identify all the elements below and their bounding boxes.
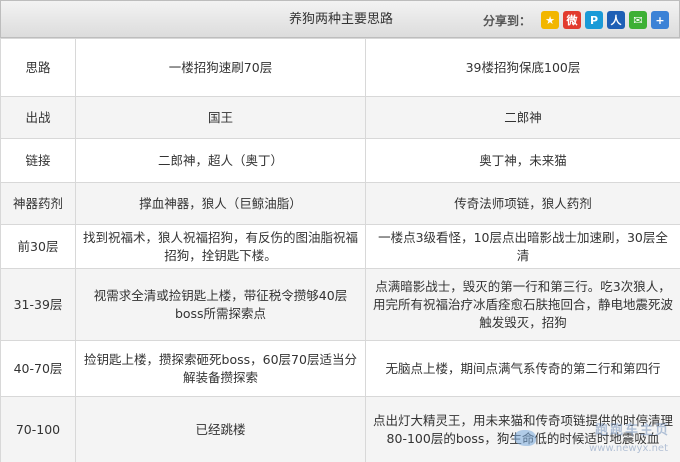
share-label: 分享到： — [482, 13, 531, 28]
row-label: 31-39层 — [0, 268, 76, 341]
cell-strategy-b: 点出灯大精灵王，用未来猫和传奇项链提供的时停清理80-100层的boss，狗生命… — [365, 396, 680, 462]
cell-strategy-b: 点满暗影战士，毁灭的第一行和第三行。吃3次狼人，用完所有祝福治疗冰盾痊愈石肤拖回… — [365, 268, 680, 341]
table-row: 思路 一楼招狗速刷70层 39楼招狗保底100层 — [0, 38, 680, 97]
cell-strategy-a: 二郎神，超人（奥丁） — [75, 138, 366, 183]
row-label: 链接 — [0, 138, 76, 183]
table-row: 出战 国王 二郎神 — [0, 96, 680, 139]
share-bar: 分享到： ★ 微 P 人 ✉ + — [483, 8, 669, 32]
table-row: 70-100 已经跳楼 点出灯大精灵王，用未来猫和传奇项链提供的时停清理80-1… — [0, 396, 680, 462]
cell-strategy-b: 二郎神 — [365, 96, 680, 139]
row-label: 40-70层 — [0, 340, 76, 397]
cell-strategy-b: 39楼招狗保底100层 — [365, 38, 680, 97]
renren-icon[interactable]: 人 — [607, 11, 625, 29]
table-row: 神器药剂 撑血神器，狼人（巨鲸油脂） 传奇法师项链，狼人药剂 — [0, 182, 680, 225]
row-label: 神器药剂 — [0, 182, 76, 225]
cell-strategy-a: 找到祝福术，狼人祝福招狗，有反伤的图油脂祝福招狗，拴钥匙下楼。 — [75, 224, 366, 269]
cell-strategy-a: 一楼招狗速刷70层 — [75, 38, 366, 97]
wechat-icon[interactable]: ✉ — [629, 11, 647, 29]
table-row: 40-70层 捡钥匙上楼，攒探索砸死boss，60层70层适当分解装备攒探索 无… — [0, 340, 680, 397]
row-label: 思路 — [0, 38, 76, 97]
qzone-icon[interactable]: ★ — [541, 11, 559, 29]
pengyou-icon[interactable]: P — [585, 11, 603, 29]
strategy-table: 思路 一楼招狗速刷70层 39楼招狗保底100层 出战 国王 二郎神 链接 二郎… — [0, 38, 680, 462]
table-row: 前30层 找到祝福术，狼人祝福招狗，有反伤的图油脂祝福招狗，拴钥匙下楼。 一楼点… — [0, 224, 680, 269]
cell-strategy-b: 奥丁神，未来猫 — [365, 138, 680, 183]
cell-strategy-a: 国王 — [75, 96, 366, 139]
table-header-bar: 养狗两种主要思路 分享到： ★ 微 P 人 ✉ + — [0, 0, 680, 38]
page: 养狗两种主要思路 分享到： ★ 微 P 人 ✉ + 思路 一楼招狗速刷70层 3… — [0, 0, 680, 462]
cell-strategy-b: 一楼点3级看怪，10层点出暗影战士加速刷，30层全清 — [365, 224, 680, 269]
row-label: 出战 — [0, 96, 76, 139]
cell-strategy-a: 捡钥匙上楼，攒探索砸死boss，60层70层适当分解装备攒探索 — [75, 340, 366, 397]
cell-strategy-a: 撑血神器，狼人（巨鲸油脂） — [75, 182, 366, 225]
cell-strategy-b: 无脑点上楼，期间点满气系传奇的第二行和第四行 — [365, 340, 680, 397]
table-row: 链接 二郎神，超人（奥丁） 奥丁神，未来猫 — [0, 138, 680, 183]
weibo-icon[interactable]: 微 — [563, 11, 581, 29]
cell-strategy-a: 视需求全清或捡钥匙上楼，带征税令攒够40层boss所需探索点 — [75, 268, 366, 341]
row-label: 前30层 — [0, 224, 76, 269]
cell-strategy-a: 已经跳楼 — [75, 396, 366, 462]
more-icon[interactable]: + — [651, 11, 669, 29]
table-row: 31-39层 视需求全清或捡钥匙上楼，带征税令攒够40层boss所需探索点 点满… — [0, 268, 680, 341]
row-label: 70-100 — [0, 396, 76, 462]
cell-strategy-b: 传奇法师项链，狼人药剂 — [365, 182, 680, 225]
